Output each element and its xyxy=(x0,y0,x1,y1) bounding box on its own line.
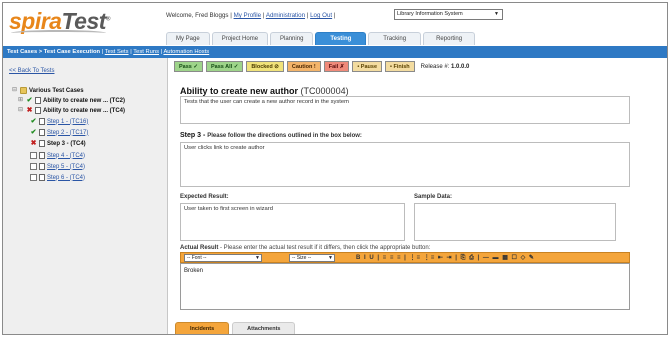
tree-step-1[interactable]: ✔ Step 1 - (TC16) xyxy=(30,118,88,125)
fail-x-icon: ✖ xyxy=(26,107,33,114)
fail-button[interactable]: Fail ✗ xyxy=(323,61,350,72)
actual-result-label: Actual Result - Please enter the actual … xyxy=(180,245,431,251)
header: spiraTest® Welcome, Fred Bloggs | My Pro… xyxy=(3,3,667,46)
tree-step-3[interactable]: ✖ Step 3 - (TC4) xyxy=(30,140,86,147)
main-content: Pass ✓ Pass All ✓ Blocked ⊘ Caution ! Fa… xyxy=(169,58,667,335)
expected-result: User taken to first screen in wizard xyxy=(180,203,405,241)
app-window: spiraTest® Welcome, Fred Bloggs | My Pro… xyxy=(2,2,668,335)
administration-link[interactable]: Administration xyxy=(266,12,305,19)
tree-item-tc2[interactable]: ⊞ ✔ Ability to create new ... (TC2) xyxy=(17,97,125,104)
project-select[interactable]: Library Information System ▼ xyxy=(394,9,503,20)
pass-check-icon: ✔ xyxy=(26,97,33,104)
rich-text-toolbar: -- Font -- ▼ -- Size -- ▼ B I U | ≡ ≡ ≡ … xyxy=(180,252,630,263)
tree-root[interactable]: ⊟ Various Test Cases xyxy=(11,87,84,94)
chevron-down-icon: ▼ xyxy=(328,255,333,261)
back-to-tests-link[interactable]: << Back To Tests xyxy=(9,68,54,74)
step-icon xyxy=(39,152,45,159)
breadcrumb: Test Cases > Test Case Execution xyxy=(7,49,101,55)
fail-x-icon: ✖ xyxy=(30,140,37,147)
automation-hosts-link[interactable]: Automation Hosts xyxy=(163,49,209,55)
test-tree-panel: << Back To Tests ⊟ Various Test Cases ⊞ … xyxy=(3,58,168,334)
collapse-icon[interactable]: ⊟ xyxy=(17,107,24,114)
not-run-icon xyxy=(30,174,37,181)
tab-tracking[interactable]: Tracking xyxy=(368,32,422,45)
formatting-buttons[interactable]: B I U | ≡ ≡ ≡ | ⋮≡ ⋮≡ ⇤ ⇥ | ⎘ ⎙ | — ▬ ▦ … xyxy=(356,254,535,262)
sample-data-label: Sample Data: xyxy=(414,194,453,200)
tree-step-5[interactable]: Step 5 - (TC4) xyxy=(30,163,85,170)
expand-icon[interactable]: ⊞ xyxy=(17,97,24,104)
not-run-icon xyxy=(30,163,37,170)
sample-data xyxy=(414,203,616,241)
test-runs-link[interactable]: Test Runs xyxy=(133,49,159,55)
collapse-icon[interactable]: ⊟ xyxy=(11,87,18,94)
pass-check-icon: ✔ xyxy=(30,129,37,136)
test-sets-link[interactable]: Test Sets xyxy=(105,49,129,55)
tab-testing[interactable]: Testing xyxy=(315,32,367,45)
user-bar: Welcome, Fred Bloggs | My Profile | Admi… xyxy=(166,12,336,19)
tree-step-6[interactable]: Step 6 - (TC4) xyxy=(30,174,85,181)
tab-panel-strip xyxy=(175,334,625,335)
test-case-icon xyxy=(35,97,41,104)
log-out-link[interactable]: Log Out xyxy=(310,12,332,19)
release-info: Release #: 1.0.0.0 xyxy=(420,63,470,70)
font-dropdown[interactable]: -- Font -- ▼ xyxy=(184,254,262,262)
logo-swoosh xyxy=(11,30,106,36)
size-dropdown[interactable]: -- Size -- ▼ xyxy=(289,254,335,262)
tree-step-2[interactable]: ✔ Step 2 - (TC17) xyxy=(30,129,88,136)
tab-incidents[interactable]: Incidents xyxy=(175,322,230,334)
welcome-text: Welcome, Fred Bloggs xyxy=(166,12,229,19)
blocked-button[interactable]: Blocked ⊘ xyxy=(246,61,284,72)
detail-tabs: Incidents Attachments xyxy=(175,322,296,334)
not-run-icon xyxy=(30,152,37,159)
test-case-title: Ability to create new author (TC000004) xyxy=(180,86,349,96)
chevron-down-icon: ▼ xyxy=(494,11,499,17)
test-description: Tests that the user can create a new aut… xyxy=(180,96,630,124)
pass-all-button[interactable]: Pass All ✓ xyxy=(205,61,244,72)
finish-button[interactable]: • Finish xyxy=(385,61,415,72)
tab-my-page[interactable]: My Page xyxy=(166,32,210,45)
main-tabs: My Page Project Home Planning Testing Tr… xyxy=(166,32,476,46)
tab-attachments[interactable]: Attachments xyxy=(232,322,296,334)
pass-check-icon: ✔ xyxy=(30,118,37,125)
step-icon xyxy=(39,140,45,147)
breadcrumb-bar: Test Cases > Test Case Execution | Test … xyxy=(3,46,667,58)
chevron-down-icon: ▼ xyxy=(255,255,260,261)
step-description: User clicks link to create author xyxy=(180,142,630,187)
tree-step-4[interactable]: Step 4 - (TC4) xyxy=(30,152,85,159)
step-icon xyxy=(39,163,45,170)
tab-planning[interactable]: Planning xyxy=(270,32,314,45)
test-case-icon xyxy=(35,107,41,114)
tab-reporting[interactable]: Reporting xyxy=(423,32,476,45)
pause-button[interactable]: • Pause xyxy=(352,61,383,72)
step-icon xyxy=(39,118,45,125)
tab-project-home[interactable]: Project Home xyxy=(211,32,269,45)
tree-item-tc4[interactable]: ⊟ ✖ Ability to create new ... (TC4) xyxy=(17,107,125,114)
expected-result-label: Expected Result: xyxy=(180,194,229,200)
actual-result-editor[interactable]: Broken xyxy=(180,263,630,310)
my-profile-link[interactable]: My Profile xyxy=(234,12,262,19)
pass-button[interactable]: Pass ✓ xyxy=(174,61,203,72)
step-icon xyxy=(39,129,45,136)
folder-icon xyxy=(20,87,27,94)
step-icon xyxy=(39,174,45,181)
caution-button[interactable]: Caution ! xyxy=(286,61,321,72)
execution-toolbar: Pass ✓ Pass All ✓ Blocked ⊘ Caution ! Fa… xyxy=(174,61,469,72)
step-heading: Step 3 - Please follow the directions ou… xyxy=(180,132,362,139)
